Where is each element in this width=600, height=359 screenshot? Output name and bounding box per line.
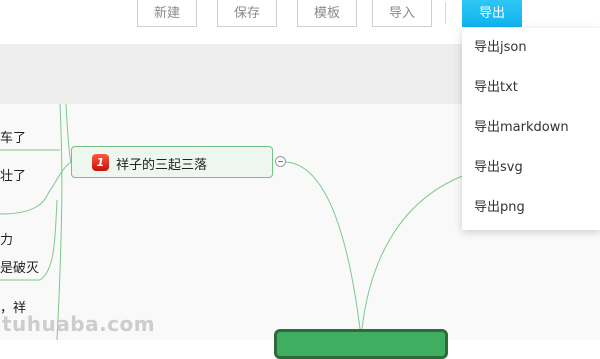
menu-item-export-svg[interactable]: 导出svg — [462, 148, 600, 188]
leaf-text-1[interactable]: 车了 — [0, 127, 26, 146]
export-dropdown-menu: 导出json 导出txt 导出markdown 导出svg 导出png — [462, 28, 600, 230]
main-to-root-link — [285, 161, 361, 330]
menu-item-export-json[interactable]: 导出json — [462, 28, 600, 68]
menu-item-export-markdown[interactable]: 导出markdown — [462, 108, 600, 148]
mindmap-root-node[interactable] — [274, 329, 448, 359]
priority-badge: 1 — [92, 154, 109, 171]
menu-item-export-txt[interactable]: 导出txt — [462, 68, 600, 108]
mindmap-node-main[interactable]: 1 祥子的三起三落 — [71, 146, 273, 178]
menu-item-export-png[interactable]: 导出png — [462, 188, 600, 228]
leaf-text-3[interactable]: 力 — [0, 229, 13, 248]
root-to-right-link — [361, 174, 466, 330]
leaf-text-4[interactable]: 是破灭 — [0, 257, 39, 276]
collapse-toggle-icon[interactable] — [275, 156, 286, 167]
watermark-text: tuhuaba.com — [2, 312, 156, 336]
leaf-text-2[interactable]: 壮了 — [0, 165, 26, 184]
node-label: 祥子的三起三落 — [116, 158, 208, 173]
branch-line-left — [56, 103, 63, 340]
